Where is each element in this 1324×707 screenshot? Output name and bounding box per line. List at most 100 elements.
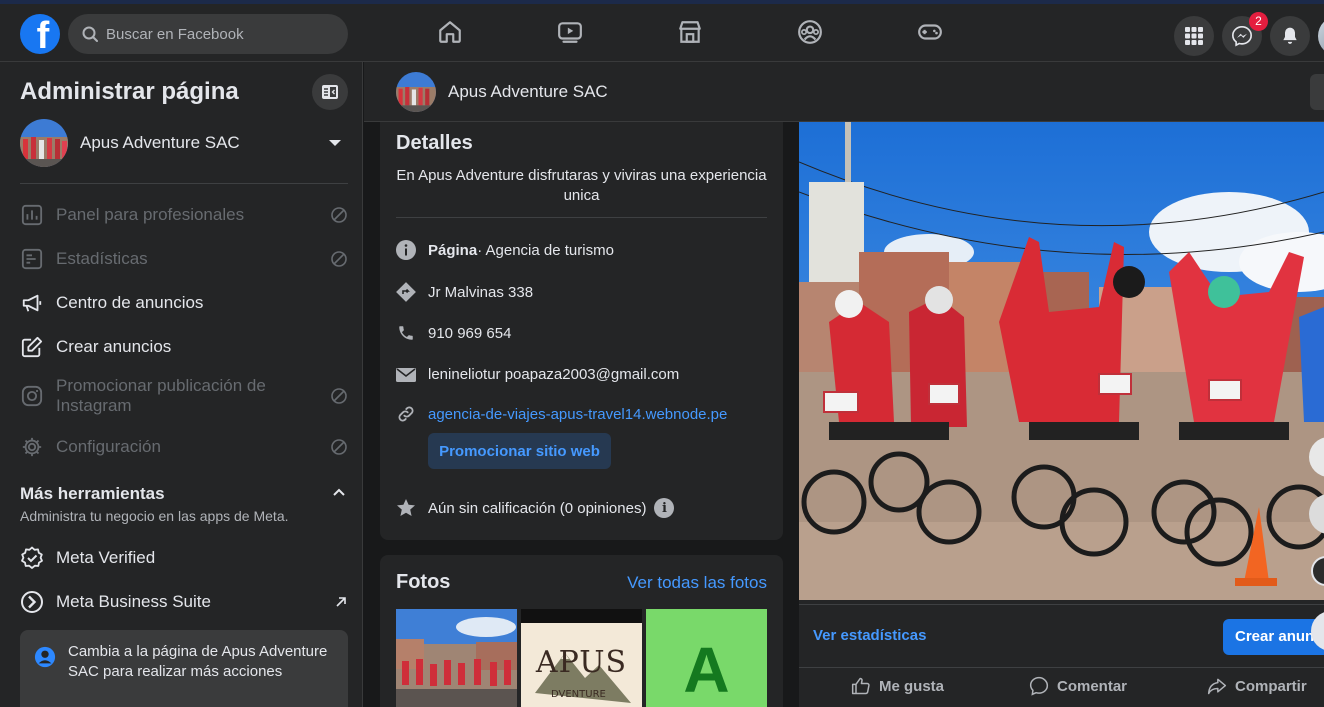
- share-label: Compartir: [1235, 677, 1307, 695]
- comment-icon: [1029, 676, 1049, 696]
- sidebar-item-label: Panel para profesionales: [56, 205, 245, 224]
- phone-text: 910 969 654: [428, 324, 512, 342]
- menu-grid-button[interactable]: [1174, 16, 1214, 56]
- phone-row: 910 969 654: [396, 324, 767, 342]
- post-actions: Me gusta Comentar Compartir: [799, 667, 1324, 707]
- blocked-icon: [330, 206, 348, 224]
- details-title: Detalles: [396, 132, 473, 154]
- details-card: Detalles En Apus Adventure disfrutaras y…: [380, 122, 783, 540]
- comment-button[interactable]: Comentar: [1029, 676, 1127, 696]
- more-tools-subtitle: Administra tu negocio en las apps de Met…: [20, 508, 289, 524]
- sidebar-item-label: Estadísticas: [56, 249, 148, 268]
- sidebar-item-promote-instagram[interactable]: Promocionar publicación de Instagram: [20, 376, 348, 416]
- website-link[interactable]: agencia-de-viajes-apus-travel14.webnode.…: [428, 406, 727, 423]
- blocked-icon: [330, 250, 348, 268]
- photos-title: Fotos: [396, 571, 451, 593]
- promote-website-button[interactable]: Promocionar sitio web: [428, 433, 611, 469]
- menu-grid-icon: [1185, 27, 1203, 45]
- like-label: Me gusta: [879, 677, 945, 695]
- sidebar-title: Administrar página: [20, 78, 239, 105]
- bell-icon: [1283, 27, 1297, 44]
- more-tools-title: Más herramientas: [20, 484, 165, 503]
- category-row: Página · Agencia de turismo: [396, 240, 767, 260]
- post-card: Ver estadísticas Crear anun Me gusta Com…: [799, 122, 1324, 707]
- post-stats-row: Ver estadísticas Crear anun: [799, 604, 1324, 664]
- website-row: agencia-de-viajes-apus-travel14.webnode.…: [396, 404, 767, 424]
- gaming-icon[interactable]: [916, 18, 944, 46]
- category-label: Página: [428, 241, 478, 259]
- photos-card: Fotos Ver todas las fotos APUS DVENTURE …: [380, 555, 783, 707]
- blocked-icon: [330, 438, 348, 456]
- edit-icon: [20, 336, 44, 358]
- share-icon: [1207, 678, 1227, 695]
- sidebar-item-statistics[interactable]: Estadísticas: [20, 248, 348, 270]
- sidebar-item-ads-center[interactable]: Centro de anuncios: [20, 292, 348, 314]
- sidebar-item-meta-verified[interactable]: Meta Verified: [20, 546, 348, 570]
- home-icon[interactable]: [436, 18, 464, 46]
- messenger-button[interactable]: 2: [1222, 12, 1268, 56]
- chevron-up-icon[interactable]: [332, 486, 346, 500]
- user-circle-icon: [34, 646, 56, 668]
- email-text: lenineliotur poapaza2003@gmail.com: [428, 366, 680, 383]
- photo-thumbnail-logo[interactable]: APUS DVENTURE: [521, 609, 642, 707]
- page-header: Apus Adventure SAC: [364, 62, 1324, 122]
- sidebar-item-panel[interactable]: Panel para profesionales: [20, 204, 348, 226]
- thumbnail-letter: A: [683, 634, 730, 706]
- logo-text: APUS: [535, 645, 628, 680]
- sidebar-toggle-button[interactable]: [312, 74, 348, 110]
- manage-page-sidebar: Administrar página Apus Adventure SAC Pa…: [0, 62, 363, 707]
- rating-text: Aún sin calificación (0 opiniones): [428, 499, 647, 517]
- search-box[interactable]: [68, 14, 348, 54]
- photo-thumbnail-letter[interactable]: A: [646, 609, 767, 707]
- messenger-badge: 2: [1249, 12, 1268, 31]
- rating-info-icon[interactable]: i: [654, 498, 675, 518]
- category-value: · Agencia de turismo: [477, 241, 614, 259]
- page-header-avatar[interactable]: [396, 72, 436, 112]
- address-text: Jr Malvinas 338: [428, 283, 534, 301]
- photo-thumbnail[interactable]: [396, 609, 517, 707]
- instagram-icon: [20, 385, 44, 407]
- verified-icon: [20, 546, 44, 570]
- facebook-logo[interactable]: f: [20, 14, 60, 54]
- switch-profile-card[interactable]: Cambia a la página de Apus Adventure SAC…: [20, 630, 348, 707]
- megaphone-icon: [20, 292, 44, 314]
- business-suite-icon: [20, 590, 44, 614]
- caret-down-icon: [329, 140, 341, 146]
- see-all-photos-link[interactable]: Ver todas las fotos: [627, 573, 767, 593]
- sidebar-item-label: Centro de anuncios: [56, 293, 204, 312]
- sidebar-collapse-icon: [322, 85, 338, 99]
- video-icon[interactable]: [556, 18, 584, 46]
- sidebar-item-meta-business-suite[interactable]: Meta Business Suite: [20, 590, 348, 614]
- info-icon: [396, 240, 416, 260]
- page-header-action-button[interactable]: [1310, 74, 1324, 110]
- sidebar-item-label: Meta Verified: [56, 548, 156, 567]
- notifications-button[interactable]: [1270, 16, 1310, 56]
- share-button[interactable]: Compartir: [1207, 676, 1307, 696]
- page-switcher[interactable]: Apus Adventure SAC: [20, 118, 348, 168]
- sidebar-item-label: Promocionar publicación de Instagram: [56, 376, 266, 415]
- mail-icon: [396, 367, 416, 383]
- gear-icon: [20, 436, 44, 458]
- comment-label: Comentar: [1057, 677, 1128, 695]
- search-icon: [82, 26, 98, 42]
- search-input[interactable]: [106, 25, 336, 43]
- facebook-logo-letter: f: [36, 15, 50, 54]
- view-insights-link[interactable]: Ver estadísticas: [813, 627, 926, 644]
- details-divider: [396, 217, 767, 218]
- thumbs-up-icon: [851, 677, 870, 695]
- like-button[interactable]: Me gusta: [851, 676, 944, 696]
- sidebar-item-label: Configuración: [56, 437, 161, 456]
- dashboard-icon: [20, 204, 44, 226]
- directions-icon: [396, 282, 416, 302]
- cycling-event-photo[interactable]: [799, 122, 1324, 600]
- page-avatar: [20, 119, 68, 167]
- create-ad-button[interactable]: Crear anun: [1223, 619, 1324, 655]
- groups-icon[interactable]: [796, 18, 824, 46]
- marketplace-icon[interactable]: [676, 18, 704, 46]
- profile-avatar[interactable]: [1318, 16, 1324, 56]
- sidebar-item-create-ads[interactable]: Crear anuncios: [20, 336, 348, 358]
- external-link-icon: [334, 595, 348, 609]
- phone-icon: [396, 324, 416, 342]
- logo-subtext: DVENTURE: [551, 689, 606, 700]
- sidebar-item-settings[interactable]: Configuración: [20, 436, 348, 458]
